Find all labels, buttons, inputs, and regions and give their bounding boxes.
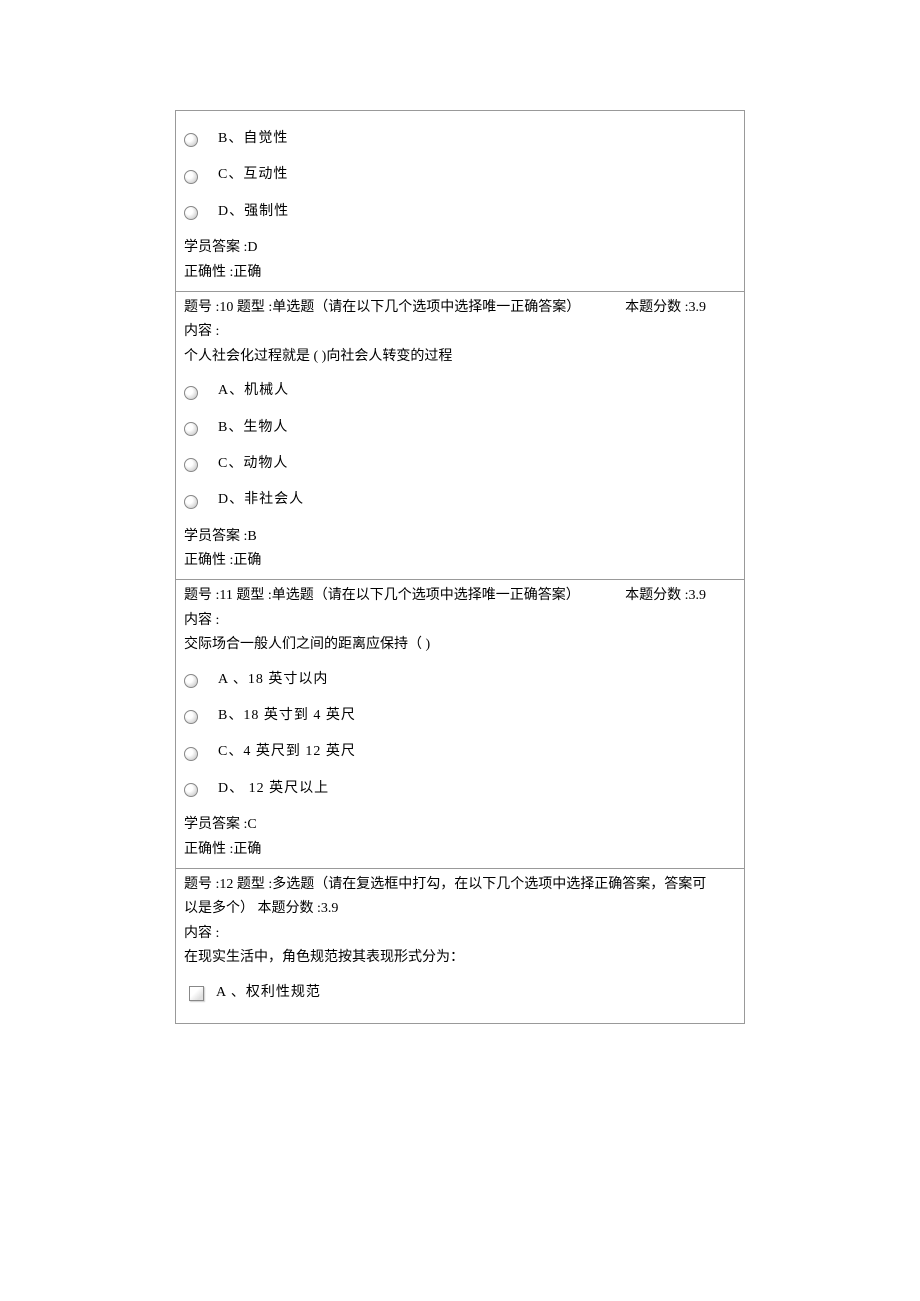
option-label: B、18 英寸到 4 英尺	[218, 705, 356, 727]
radio-icon[interactable]	[184, 747, 198, 761]
question-header-line1: 题号 :12 题型 :多选题（请在复选框中打勾，在以下几个选项中选择正确答案，答…	[184, 874, 736, 896]
option-row[interactable]: C、4 英尺到 12 英尺	[184, 741, 736, 763]
question-text: 在现实生活中，角色规范按其表现形式分为：	[184, 947, 736, 969]
student-answer: 学员答案 :D	[184, 237, 736, 259]
question-header: 题号 :10 题型 :单选题（请在以下几个选项中选择唯一正确答案） 本题分数 :…	[184, 297, 736, 319]
correctness: 正确性 :正确	[184, 262, 736, 284]
option-label: C、互动性	[218, 164, 288, 186]
option-row[interactable]: D、强制性	[184, 201, 736, 223]
option-row[interactable]: A、机械人	[184, 380, 736, 402]
student-answer: 学员答案 :B	[184, 526, 736, 548]
option-label: D、非社会人	[218, 489, 304, 511]
content-label: 内容 :	[184, 923, 736, 945]
question-11: 题号 :11 题型 :单选题（请在以下几个选项中选择唯一正确答案） 本题分数 :…	[176, 580, 744, 869]
option-label: C、动物人	[218, 453, 288, 475]
option-label: A 、18 英寸以内	[218, 669, 328, 691]
radio-icon[interactable]	[184, 458, 198, 472]
option-label: A、机械人	[218, 380, 289, 402]
question-text: 个人社会化过程就是 ( )向社会人转变的过程	[184, 346, 736, 368]
correctness: 正确性 :正确	[184, 839, 736, 861]
radio-icon[interactable]	[184, 674, 198, 688]
header-text: 题号 :10 题型 :单选题（请在以下几个选项中选择唯一正确答案）	[184, 300, 580, 315]
question-header: 题号 :11 题型 :单选题（请在以下几个选项中选择唯一正确答案） 本题分数 :…	[184, 585, 736, 607]
option-label: D、强制性	[218, 201, 289, 223]
question-12: 题号 :12 题型 :多选题（请在复选框中打勾，在以下几个选项中选择正确答案，答…	[176, 869, 744, 1023]
correctness: 正确性 :正确	[184, 550, 736, 572]
header-text: 题号 :11 题型 :单选题（请在以下几个选项中选择唯一正确答案）	[184, 588, 580, 603]
question-9-partial: B、自觉性 C、互动性 D、强制性 学员答案 :D 正确性 :正确	[176, 111, 744, 292]
option-row[interactable]: B、生物人	[184, 417, 736, 439]
option-label: B、自觉性	[218, 128, 288, 150]
option-row[interactable]: A 、18 英寸以内	[184, 669, 736, 691]
quiz-container: B、自觉性 C、互动性 D、强制性 学员答案 :D 正确性 :正确 题号 :10…	[175, 110, 745, 1024]
radio-icon[interactable]	[184, 710, 198, 724]
question-10: 题号 :10 题型 :单选题（请在以下几个选项中选择唯一正确答案） 本题分数 :…	[176, 292, 744, 581]
option-row[interactable]: D、非社会人	[184, 489, 736, 511]
option-row[interactable]: C、动物人	[184, 453, 736, 475]
checkbox-icon[interactable]	[189, 986, 204, 1001]
radio-icon[interactable]	[184, 422, 198, 436]
option-row[interactable]: D、 12 英尺以上	[184, 778, 736, 800]
option-label: A 、权利性规范	[216, 982, 321, 1004]
option-label: B、生物人	[218, 417, 288, 439]
option-label: D、 12 英尺以上	[218, 778, 329, 800]
question-text: 交际场合一般人们之间的距离应保持（ )	[184, 634, 736, 656]
option-row[interactable]: B、18 英寸到 4 英尺	[184, 705, 736, 727]
option-row[interactable]: A 、权利性规范	[184, 982, 736, 1004]
radio-icon[interactable]	[184, 495, 198, 509]
option-label: C、4 英尺到 12 英尺	[218, 741, 356, 763]
radio-icon[interactable]	[184, 133, 198, 147]
question-header-line2: 以是多个） 本题分数 :3.9	[184, 898, 736, 920]
score-text: 本题分数 :3.9	[625, 297, 706, 319]
student-answer: 学员答案 :C	[184, 814, 736, 836]
option-row[interactable]: B、自觉性	[184, 128, 736, 150]
radio-icon[interactable]	[184, 783, 198, 797]
radio-icon[interactable]	[184, 206, 198, 220]
option-row[interactable]: C、互动性	[184, 164, 736, 186]
content-label: 内容 :	[184, 610, 736, 632]
content-label: 内容 :	[184, 321, 736, 343]
score-text: 本题分数 :3.9	[625, 585, 706, 607]
radio-icon[interactable]	[184, 170, 198, 184]
radio-icon[interactable]	[184, 386, 198, 400]
